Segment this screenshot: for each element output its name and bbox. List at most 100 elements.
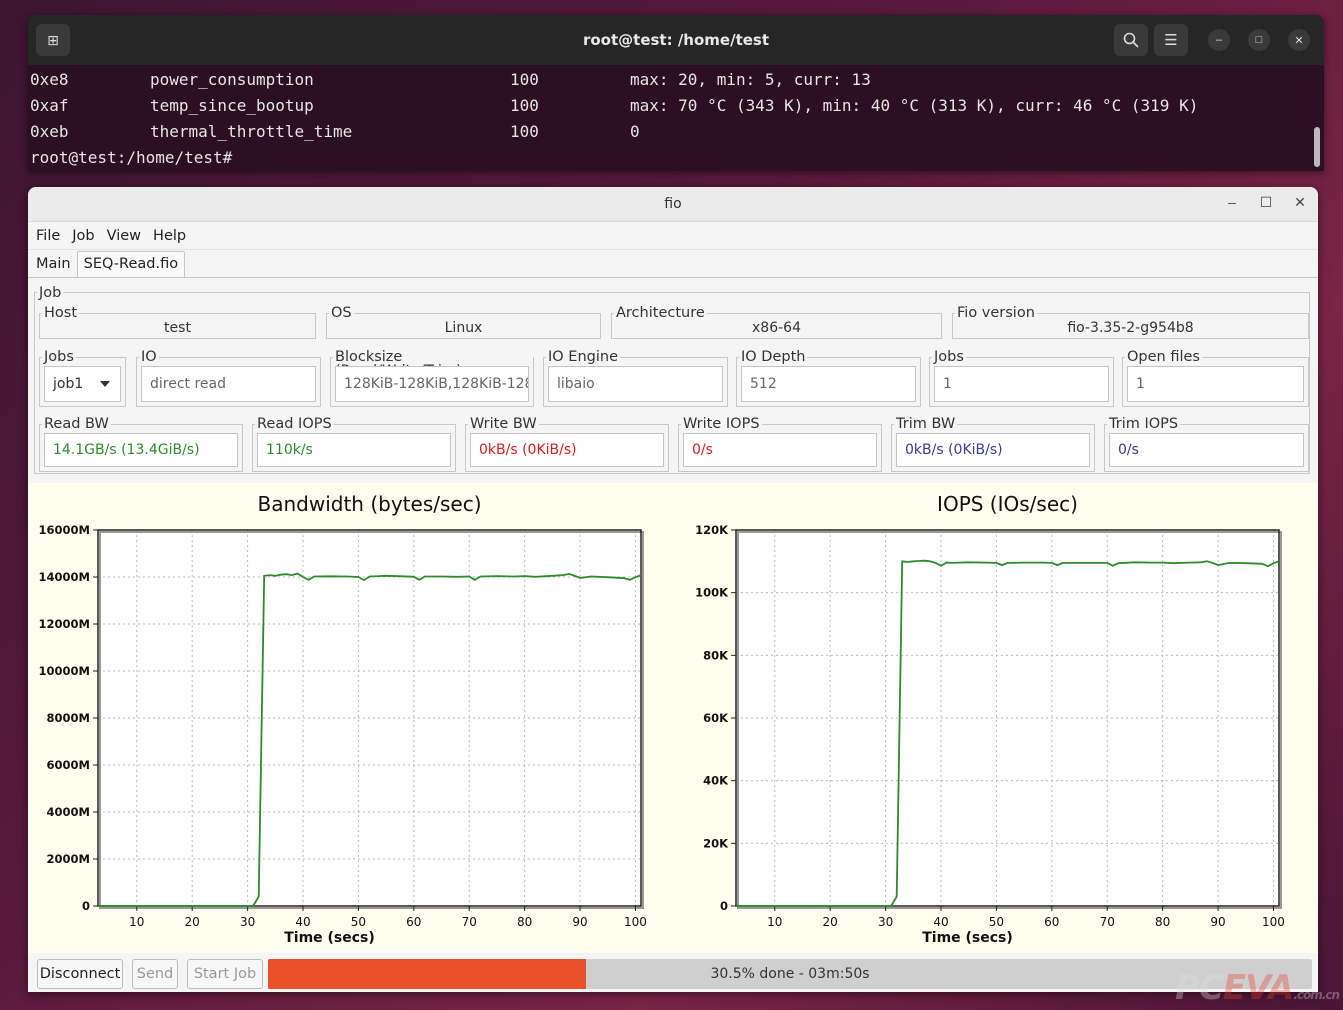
x-tick-label: 30 [240, 915, 255, 929]
fio-version-group: Fio version fio-3.35-2-g954b8 [952, 306, 1309, 339]
read-iops-field[interactable]: 110k/s [257, 433, 451, 467]
x-tick-label: 90 [572, 915, 587, 929]
read-bw-field[interactable]: 14.1GB/s (13.4GiB/s) [44, 433, 238, 467]
pceva-watermark: PCEVA.com.cn [1174, 968, 1340, 1008]
write-bw-field[interactable]: 0kB/s (0KiB/s) [470, 433, 664, 467]
y-tick-label: 4000M [47, 805, 90, 819]
x-tick-label: 80 [517, 915, 532, 929]
io-engine-group: IO Engine libaio [543, 350, 728, 407]
x-tick-label: 30 [878, 915, 893, 929]
y-tick-label: 10000M [39, 664, 90, 678]
tab-main[interactable]: Main [30, 252, 77, 277]
minimize-icon[interactable]: – [1222, 194, 1242, 210]
x-tick-label: 100 [1262, 915, 1285, 929]
attr-value: 0 [630, 122, 640, 141]
bottom-bar: Disconnect Send Start Job 30.5% done - 0… [28, 953, 1318, 992]
fio-version-value: fio-3.35-2-g954b8 [1067, 320, 1194, 336]
write-iops-field[interactable]: 0/s [683, 433, 877, 467]
trim-iops-field[interactable]: 0/s [1109, 433, 1304, 467]
x-tick-label: 10 [767, 915, 782, 929]
y-tick-label: 20K [703, 836, 729, 850]
x-axis-label: Time (secs) [284, 930, 375, 946]
search-icon[interactable] [1114, 24, 1148, 56]
jobs-dropdown[interactable]: job1 [44, 366, 121, 402]
window-title: fio [664, 196, 682, 212]
tab-seq-read[interactable]: SEQ-Read.fio [76, 251, 186, 277]
attr-id: 0xaf [30, 96, 69, 115]
chart-title: Bandwidth (bytes/sec) [258, 492, 482, 516]
io-depth-field[interactable]: 512 [741, 366, 916, 402]
terminal-line: 0xe8 power_consumption 100 max: 20, min:… [30, 67, 1324, 93]
y-tick-label: 100K [695, 586, 729, 600]
chart-iops: IOPS (IOs/sec) 0 20K 40K 60K 80K 100K 120K 10 20 3… [695, 492, 1285, 946]
architecture-group: Architecture x86-64 [611, 306, 942, 339]
attr-name: temp_since_bootup [150, 96, 314, 115]
x-tick-label: 80 [1155, 915, 1170, 929]
y-tick-label: 0 [720, 899, 728, 913]
trim-bw-group: Trim BW 0kB/s (0KiB/s) [891, 417, 1095, 472]
attr-name: thermal_throttle_time [150, 122, 353, 141]
fio-window: fio – ☐ ✕ File Job View Help Main SEQ-Re… [28, 187, 1318, 992]
attr-id: 0xeb [30, 122, 69, 141]
host-group: Host test [39, 306, 316, 339]
close-icon[interactable]: ✕ [1290, 194, 1310, 211]
blocksize-field[interactable]: 128KiB-128KiB,128KiB-128KiB [335, 366, 529, 402]
start-job-button[interactable]: Start Job [187, 959, 263, 989]
new-tab-icon[interactable]: ⊞ [36, 24, 70, 56]
jobs-count-field[interactable]: 1 [934, 366, 1109, 402]
minimize-icon[interactable]: – [1208, 29, 1230, 51]
blocksize-group: Blocksize (Read/Write/Trim) 128KiB-128Ki… [330, 350, 534, 407]
y-tick-label: 14000M [39, 570, 90, 584]
y-tick-label: 40K [703, 774, 729, 788]
menu-file[interactable]: File [30, 228, 66, 244]
x-tick-label: 40 [933, 915, 948, 929]
x-tick-label: 50 [989, 915, 1004, 929]
job-legend: Job [37, 285, 64, 301]
os-value: Linux [444, 320, 483, 336]
terminal-line: 0xeb thermal_throttle_time 100 0 [30, 119, 1324, 145]
open-files-group: Open files 1 [1122, 350, 1309, 407]
menu-help[interactable]: Help [147, 228, 192, 244]
architecture-value: x86-64 [752, 320, 801, 336]
attr-norm: 100 [510, 70, 539, 89]
io-engine-field[interactable]: libaio [548, 366, 723, 402]
hamburger-menu-icon[interactable]: ☰ [1154, 24, 1188, 56]
send-button[interactable]: Send [132, 959, 178, 989]
y-tick-label: 60K [703, 711, 729, 725]
fio-titlebar: fio – ☐ ✕ [28, 187, 1318, 222]
terminal-title: root@test: /home/test [582, 31, 770, 49]
terminal-prompt: root@test:/home/test# [30, 148, 233, 167]
y-tick-label: 16000M [39, 523, 90, 537]
x-tick-label: 40 [295, 915, 310, 929]
menu-view[interactable]: View [101, 228, 147, 244]
chart-bandwidth: Bandwidth (bytes/sec) 0 2000M 4000M 6000M 800… [39, 492, 647, 946]
read-bw-group: Read BW 14.1GB/s (13.4GiB/s) [39, 417, 243, 472]
progress-text: 30.5% done - 03m:50s [710, 966, 870, 982]
x-tick-label: 10 [129, 915, 144, 929]
trim-bw-field[interactable]: 0kB/s (0KiB/s) [896, 433, 1090, 467]
disconnect-button[interactable]: Disconnect [37, 959, 123, 989]
close-icon[interactable]: ✕ [1288, 29, 1310, 51]
terminal-window: ⊞ root@test: /home/test ☰ – □ ✕ 0xe8 pow… [28, 15, 1324, 171]
os-group: OS Linux [326, 306, 601, 339]
x-tick-label: 50 [351, 915, 366, 929]
io-field[interactable]: direct read [141, 366, 316, 402]
graph-area: Bandwidth (bytes/sec) 0 2000M 4000M 6000M 800… [28, 483, 1318, 953]
attr-norm: 100 [510, 122, 539, 141]
write-iops-group: Write IOPS 0/s [678, 417, 882, 472]
maximize-icon[interactable]: □ [1248, 29, 1270, 51]
attr-id: 0xe8 [30, 70, 69, 89]
x-tick-label: 100 [624, 915, 647, 929]
x-axis-label: Time (secs) [922, 930, 1013, 946]
maximize-icon[interactable]: ☐ [1256, 194, 1276, 211]
terminal-output[interactable]: 0xe8 power_consumption 100 max: 20, min:… [28, 65, 1324, 171]
open-files-field[interactable]: 1 [1127, 366, 1304, 402]
attr-value: max: 70 °C (343 K), min: 40 °C (313 K), … [630, 96, 1199, 115]
y-tick-label: 2000M [47, 852, 90, 866]
io-group: IO direct read [136, 350, 321, 407]
tab-bar: Main SEQ-Read.fio [28, 250, 1318, 278]
menubar: File Job View Help [28, 222, 1318, 250]
menu-job[interactable]: Job [66, 228, 100, 244]
y-tick-label: 0 [82, 899, 90, 913]
terminal-scrollbar[interactable] [1314, 127, 1320, 167]
